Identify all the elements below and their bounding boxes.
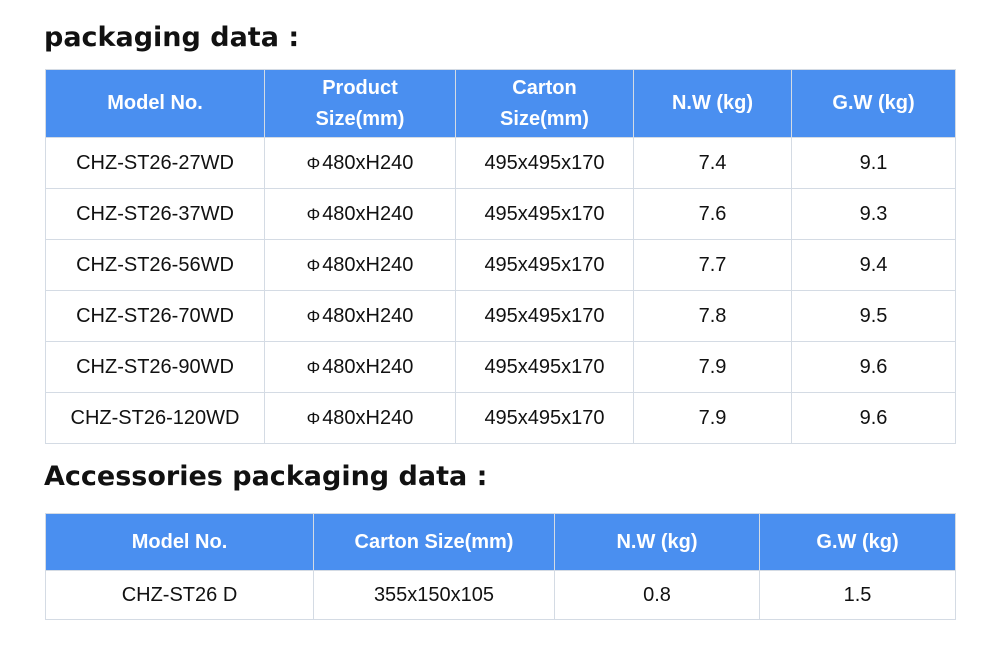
net-weight-cell: 7.9	[633, 392, 792, 444]
gross-weight-cell: 9.6	[791, 341, 956, 393]
product-size-cell: Φ 480xH240	[264, 290, 456, 342]
table-row: CHZ-ST26-70WD Φ 480xH240 495x495x170 7.8 …	[45, 290, 956, 342]
table-row: CHZ-ST26-120WD Φ 480xH240 495x495x170 7.9…	[45, 392, 956, 444]
carton-size-cell: 495x495x170	[455, 239, 634, 291]
carton-size-cell: 495x495x170	[455, 188, 634, 240]
gross-weight-cell: 9.4	[791, 239, 956, 291]
table-row: CHZ-ST26-27WD Φ 480xH240 495x495x170 7.4 …	[45, 137, 956, 189]
header-net-weight: N.W (kg)	[554, 513, 760, 571]
model-cell: CHZ-ST26-37WD	[45, 188, 265, 240]
diameter-symbol: Φ	[306, 306, 321, 326]
gross-weight-cell: 9.1	[791, 137, 956, 189]
model-cell: CHZ-ST26-56WD	[45, 239, 265, 291]
header-model-no: Model No.	[45, 69, 265, 138]
product-size-cell: Φ 480xH240	[264, 341, 456, 393]
product-size-cell: Φ 480xH240	[264, 239, 456, 291]
net-weight-cell: 7.4	[633, 137, 792, 189]
table-header-row: Model No. Product Size(mm) Carton Size(mm)…	[45, 69, 956, 138]
header-model-no: Model No.	[45, 513, 314, 571]
diameter-symbol: Φ	[306, 255, 321, 275]
header-gross-weight: G.W (kg)	[791, 69, 956, 138]
table-row: CHZ-ST26-56WD Φ 480xH240 495x495x170 7.7 …	[45, 239, 956, 291]
diameter-symbol: Φ	[306, 408, 321, 428]
header-product-size: Product Size(mm)	[264, 69, 456, 138]
net-weight-cell: 7.6	[633, 188, 792, 240]
net-weight-cell: 7.9	[633, 341, 792, 393]
packaging-data-table: Model No. Product Size(mm) Carton Size(mm)…	[45, 69, 956, 444]
header-carton-size: Carton Size(mm)	[455, 69, 634, 138]
table-header-row: Model No. Carton Size(mm) N.W (kg) G.W (…	[45, 513, 956, 571]
carton-size-cell: 495x495x170	[455, 137, 634, 189]
model-cell: CHZ-ST26-70WD	[45, 290, 265, 342]
product-size-cell: Φ 480xH240	[264, 137, 456, 189]
table-row: CHZ-ST26 D 355x150x105 0.8 1.5	[45, 570, 956, 620]
table-row: CHZ-ST26-90WD Φ 480xH240 495x495x170 7.9 …	[45, 341, 956, 393]
accessories-packaging-title: Accessories packaging data :	[44, 461, 488, 492]
carton-size-cell: 495x495x170	[455, 392, 634, 444]
gross-weight-cell: 9.3	[791, 188, 956, 240]
model-cell: CHZ-ST26-120WD	[45, 392, 265, 444]
carton-size-cell: 355x150x105	[313, 570, 555, 620]
model-cell: CHZ-ST26-27WD	[45, 137, 265, 189]
diameter-symbol: Φ	[306, 204, 321, 224]
net-weight-cell: 0.8	[554, 570, 760, 620]
header-net-weight: N.W (kg)	[633, 69, 792, 138]
model-cell: CHZ-ST26 D	[45, 570, 314, 620]
carton-size-cell: 495x495x170	[455, 341, 634, 393]
model-cell: CHZ-ST26-90WD	[45, 341, 265, 393]
product-size-cell: Φ 480xH240	[264, 188, 456, 240]
accessories-packaging-table: Model No. Carton Size(mm) N.W (kg) G.W (…	[45, 513, 956, 620]
header-gross-weight: G.W (kg)	[759, 513, 956, 571]
header-carton-size: Carton Size(mm)	[313, 513, 555, 571]
net-weight-cell: 7.8	[633, 290, 792, 342]
gross-weight-cell: 9.5	[791, 290, 956, 342]
gross-weight-cell: 1.5	[759, 570, 956, 620]
gross-weight-cell: 9.6	[791, 392, 956, 444]
diameter-symbol: Φ	[306, 357, 321, 377]
product-size-cell: Φ 480xH240	[264, 392, 456, 444]
net-weight-cell: 7.7	[633, 239, 792, 291]
table-row: CHZ-ST26-37WD Φ 480xH240 495x495x170 7.6 …	[45, 188, 956, 240]
carton-size-cell: 495x495x170	[455, 290, 634, 342]
packaging-data-title: packaging data :	[44, 22, 300, 53]
diameter-symbol: Φ	[306, 153, 321, 173]
